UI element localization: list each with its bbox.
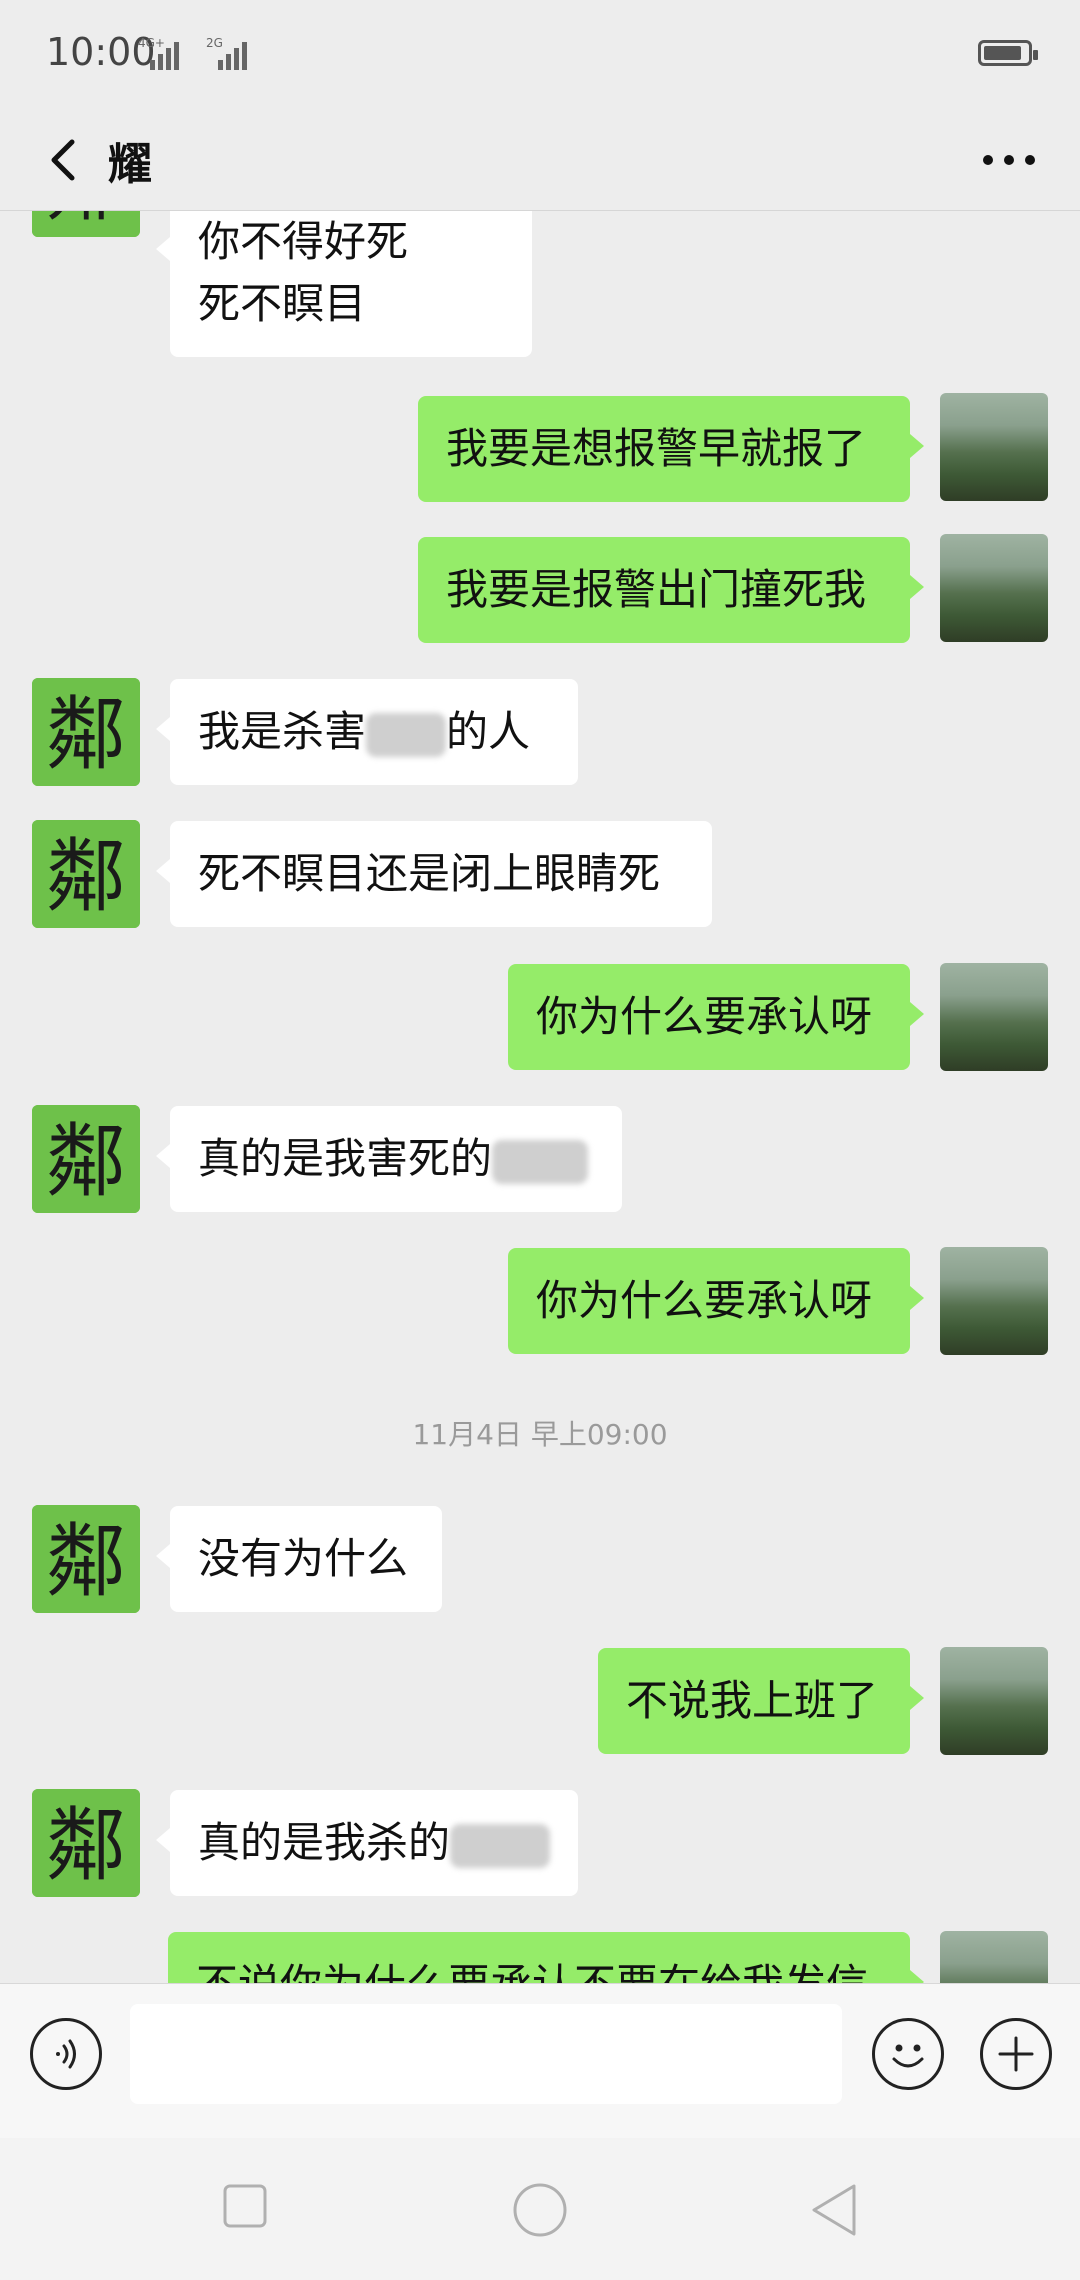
- my-avatar[interactable]: [940, 963, 1048, 1071]
- blurred-name: [366, 712, 447, 757]
- more-options-button[interactable]: [974, 130, 1044, 190]
- plus-icon: [998, 2036, 1034, 2072]
- network-type-label-2: 2G: [206, 36, 223, 50]
- message-text: 真的是我害死的: [198, 1134, 493, 1183]
- message-text: 死不瞑目: [198, 279, 367, 328]
- triangle-back-icon: [812, 2184, 856, 2236]
- message-bubble-outgoing[interactable]: 你为什么要承认呀: [508, 964, 924, 1070]
- chevron-left-icon: [51, 139, 75, 181]
- message-text: 真的是我杀的: [198, 1818, 451, 1867]
- message-bubble-incoming[interactable]: 真的是我杀的: [156, 1790, 578, 1896]
- contact-avatar[interactable]: 鄰: [32, 1505, 140, 1613]
- smiley-icon: [892, 2044, 924, 2068]
- message-input[interactable]: [130, 2004, 842, 2104]
- svg-text:鄰: 鄰: [46, 211, 126, 232]
- home-button[interactable]: [512, 2182, 568, 2238]
- svg-text:鄰: 鄰: [46, 1115, 126, 1208]
- contact-avatar[interactable]: 鄰: [32, 1105, 140, 1213]
- signal-4g-icon: 4G+: [128, 36, 180, 70]
- avatar-calligraphy-icon: 鄰: [32, 1505, 140, 1613]
- chat-header: 耀: [0, 110, 1080, 211]
- message-text: 我要是报警出门撞死我: [446, 565, 867, 614]
- svg-text:鄰: 鄰: [46, 1799, 126, 1892]
- my-avatar[interactable]: [940, 1931, 1048, 1983]
- status-bar: 10:00 4G+ 2G: [0, 0, 1080, 110]
- back-button[interactable]: [36, 130, 96, 190]
- message-text: 我要是想报警早就报了: [446, 424, 867, 473]
- svg-text:鄰: 鄰: [46, 830, 126, 923]
- system-navigation-bar: [0, 2138, 1080, 2280]
- message-bubble-outgoing[interactable]: 不说我上班了: [598, 1648, 924, 1754]
- message-text: 不说你为什么要承认不要在给我发信: [196, 1960, 868, 1983]
- contact-avatar[interactable]: 鄰: [32, 211, 140, 237]
- message-input-bar: [0, 1983, 1080, 2139]
- message-bubble-incoming[interactable]: 真的是我害死的: [156, 1106, 622, 1212]
- network-type-label: 4G+: [138, 36, 165, 50]
- avatar-calligraphy-icon: 鄰: [32, 678, 140, 786]
- circle-icon: [513, 2183, 567, 2237]
- message-bubble-outgoing[interactable]: 不说你为什么要承认不要在给我发信: [168, 1932, 924, 1983]
- message-text: 的人: [446, 707, 531, 756]
- blurred-name: [492, 1139, 589, 1184]
- contact-avatar[interactable]: 鄰: [32, 678, 140, 786]
- voice-button[interactable]: [30, 2018, 102, 2090]
- message-text: 没有为什么: [198, 1534, 409, 1583]
- avatar-calligraphy-icon: 鄰: [32, 820, 140, 928]
- battery-icon: [978, 40, 1038, 66]
- contact-avatar[interactable]: 鄰: [32, 1789, 140, 1897]
- recent-apps-button[interactable]: [223, 2184, 267, 2228]
- chat-title: 耀: [108, 139, 152, 190]
- emoji-button[interactable]: [872, 2018, 944, 2090]
- message-bubble-incoming[interactable]: 死不瞑目还是闭上眼睛死: [156, 821, 712, 927]
- my-avatar[interactable]: [940, 393, 1048, 501]
- avatar-calligraphy-icon: 鄰: [32, 1789, 140, 1897]
- my-avatar[interactable]: [940, 1247, 1048, 1355]
- message-text: 死不瞑目还是闭上眼睛死: [198, 849, 661, 898]
- avatar-calligraphy-icon: 鄰: [32, 211, 140, 237]
- message-bubble-outgoing[interactable]: 我要是报警出门撞死我: [418, 537, 924, 643]
- message-text: 我是杀害: [198, 707, 367, 756]
- my-avatar[interactable]: [940, 534, 1048, 642]
- contact-avatar[interactable]: 鄰: [32, 820, 140, 928]
- voice-icon: [56, 2039, 76, 2069]
- signal-2g-icon: 2G: [204, 36, 252, 70]
- message-text: 你为什么要承认呀: [536, 1276, 873, 1325]
- avatar-calligraphy-icon: 鄰: [32, 1105, 140, 1213]
- chat-message-list[interactable]: 鄰 你不得好死 死不瞑目 我要是想报警早就报了 我要是报警出门撞死我 鄰 我是杀…: [0, 211, 1080, 1983]
- message-bubble-outgoing[interactable]: 我要是想报警早就报了: [418, 396, 924, 502]
- back-nav-button[interactable]: [808, 2182, 860, 2238]
- more-functions-button[interactable]: [980, 2018, 1052, 2090]
- square-icon: [223, 2184, 267, 2228]
- message-text: 你不得好死: [198, 217, 409, 266]
- svg-text:鄰: 鄰: [46, 688, 126, 781]
- message-bubble-outgoing[interactable]: 你为什么要承认呀: [508, 1248, 924, 1354]
- message-text: 不说我上班了: [626, 1676, 879, 1725]
- message-bubble-incoming[interactable]: 没有为什么: [156, 1506, 442, 1612]
- message-bubble-incoming[interactable]: 你不得好死 死不瞑目: [156, 211, 532, 357]
- more-dots-icon: [983, 155, 1035, 165]
- svg-text:鄰: 鄰: [46, 1515, 126, 1608]
- message-text: 你为什么要承认呀: [536, 992, 873, 1041]
- my-avatar[interactable]: [940, 1647, 1048, 1755]
- message-timestamp: 11月4日 早上09:00: [412, 1418, 668, 1451]
- blurred-name: [450, 1823, 551, 1868]
- message-bubble-incoming[interactable]: 我是杀害 的人: [156, 679, 578, 785]
